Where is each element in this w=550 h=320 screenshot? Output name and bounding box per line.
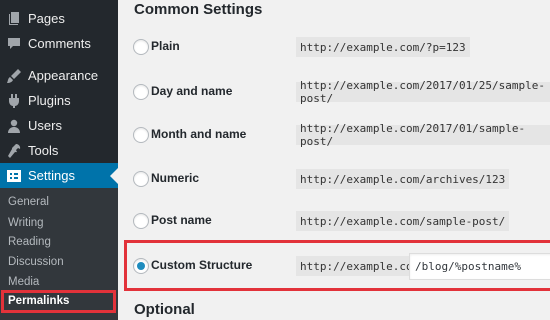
radio-numeric[interactable] [133, 171, 149, 187]
sidebar-item-plugins[interactable]: Plugins [0, 88, 118, 113]
example-url: http://example.com/archives/123 [296, 169, 510, 189]
option-row-plain: Plain http://example.com/?p=123 [118, 32, 550, 62]
comments-icon [7, 37, 21, 51]
radio-post-name[interactable] [133, 213, 149, 229]
section-title-optional: Optional [134, 301, 195, 318]
submenu-item-writing[interactable]: Writing [8, 214, 113, 232]
admin-sidebar: Pages Comments Appearance Plugins Users … [0, 0, 118, 320]
example-url: http://example.com/2017/01/sample-post/ [296, 122, 550, 148]
current-menu-arrow [110, 168, 118, 184]
sidebar-item-label: Tools [28, 143, 59, 158]
option-label: Day and name [151, 84, 233, 98]
submenu-item-discussion[interactable]: Discussion [8, 253, 113, 271]
option-label: Month and name [151, 127, 247, 141]
submenu-item-general[interactable]: General [8, 193, 113, 211]
option-label: Plain [151, 39, 180, 53]
radio-month-and-name[interactable] [133, 127, 149, 143]
radio-plain[interactable] [133, 39, 149, 55]
appearance-icon [7, 68, 21, 83]
sidebar-item-comments[interactable]: Comments [0, 31, 118, 56]
plugins-icon [7, 93, 21, 108]
submenu-item-media[interactable]: Media [8, 273, 113, 291]
option-row-month-and-name: Month and name http://example.com/2017/0… [118, 120, 550, 150]
tools-icon [7, 143, 21, 158]
users-icon [7, 119, 21, 133]
sidebar-item-tools[interactable]: Tools [0, 138, 118, 163]
sidebar-item-label: Pages [28, 11, 65, 26]
sidebar-item-settings[interactable]: Settings [0, 163, 118, 188]
permalinks-highlight-box [1, 290, 116, 313]
example-url: http://example.com/2017/01/25/sample-pos… [296, 79, 550, 105]
sidebar-item-pages[interactable]: Pages [0, 6, 118, 31]
radio-day-and-name[interactable] [133, 84, 149, 100]
sidebar-item-appearance[interactable]: Appearance [0, 63, 118, 88]
sidebar-item-label: Users [28, 118, 62, 133]
sidebar-item-label: Appearance [28, 68, 99, 83]
example-url: http://example.com/?p=123 [296, 37, 470, 57]
pages-icon [7, 11, 21, 26]
sidebar-item-label: Settings [28, 168, 75, 183]
option-row-day-and-name: Day and name http://example.com/2017/01/… [118, 77, 550, 107]
example-url: http://example.com/sample-post/ [296, 211, 510, 231]
custom-structure-highlight-box [124, 240, 550, 291]
sidebar-item-label: Plugins [28, 93, 71, 108]
section-title-common-settings: Common Settings [134, 1, 263, 18]
sidebar-item-label: Comments [28, 36, 91, 51]
submenu-item-reading[interactable]: Reading [8, 233, 113, 251]
option-row-post-name: Post name http://example.com/sample-post… [118, 206, 550, 236]
option-row-numeric: Numeric http://example.com/archives/123 [118, 164, 550, 194]
option-label: Post name [151, 213, 212, 227]
sidebar-item-users[interactable]: Users [0, 113, 118, 138]
option-label: Numeric [151, 171, 200, 185]
settings-icon [7, 169, 21, 183]
